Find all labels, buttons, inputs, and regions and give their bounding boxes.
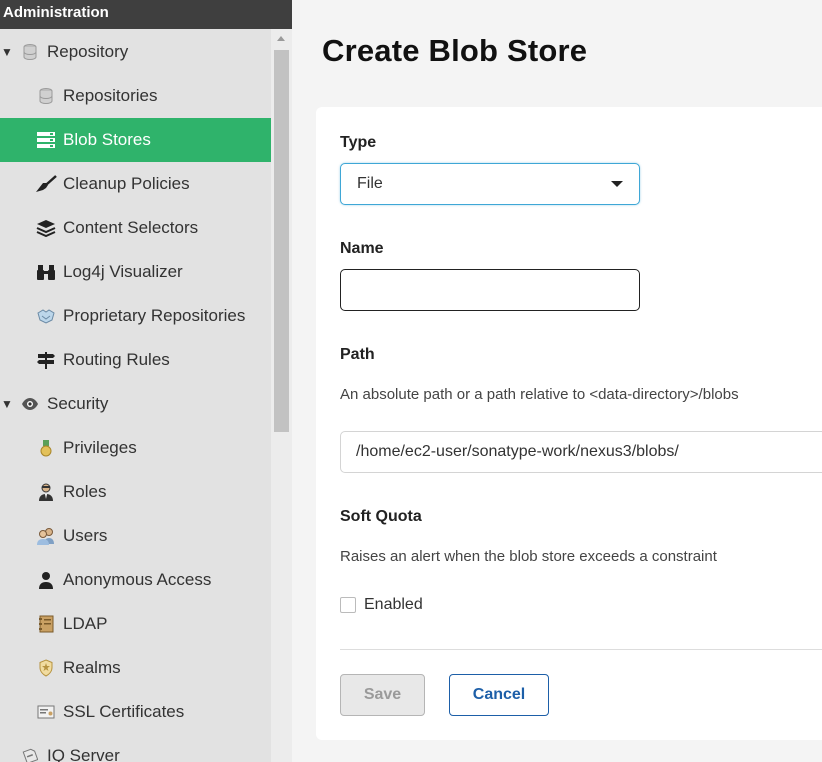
certificate-icon [35,701,57,723]
sidebar-item-ldap[interactable]: LDAP [0,602,271,646]
iq-server-icon [19,745,41,762]
sidebar-item-label: Cleanup Policies [63,174,190,193]
shield-icon [35,657,57,679]
users-icon [35,525,57,547]
sidebar-item-label: SSL Certificates [63,702,185,721]
name-input[interactable] [340,269,640,311]
sidebar-item-security[interactable]: ▼ Security [0,382,271,426]
path-label: Path [340,346,375,363]
sidebar-item-label: Routing Rules [63,350,170,369]
sidebar-item-label: Repository [47,42,129,61]
sidebar-item-label: LDAP [63,614,108,633]
name-label: Name [340,240,384,257]
expand-triangle-icon[interactable]: ▼ [1,45,15,59]
save-button[interactable]: Save [340,674,425,716]
sidebar-item-label: Security [47,394,109,413]
sidebar-item-privileges[interactable]: Privileges [0,426,271,470]
page-title: Create Blob Store [322,33,588,68]
sidebar-item-cleanup-policies[interactable]: Cleanup Policies [0,162,271,206]
admin-sidebar: Administration ▼ Repository Repositories… [0,0,292,762]
scroll-up-arrow-icon[interactable] [277,36,285,41]
sidebar-item-routing-rules[interactable]: Routing Rules [0,338,271,382]
sidebar-item-label: Repositories [63,86,158,105]
expand-triangle-icon[interactable]: ▼ [1,397,15,411]
server-icon [35,129,57,151]
sidebar-item-ssl-certificates[interactable]: SSL Certificates [0,690,271,734]
eye-icon [19,393,41,415]
sidebar-item-label: Users [63,526,108,545]
sidebar-item-content-selectors[interactable]: Content Selectors [0,206,271,250]
sidebar-item-label: Blob Stores [63,130,151,149]
database-icon [19,41,41,63]
sidebar-item-label: Content Selectors [63,218,199,237]
medal-icon [35,437,57,459]
type-select[interactable]: File [340,163,640,205]
sidebar-scrollbar[interactable] [271,29,292,762]
type-selected-value: File [357,175,383,192]
sidebar-item-proprietary-repositories[interactable]: Proprietary Repositories [0,294,271,338]
sidebar-item-anonymous-access[interactable]: Anonymous Access [0,558,271,602]
handshake-icon [35,305,57,327]
enabled-checkbox[interactable] [340,597,356,613]
sidebar-item-blob-stores[interactable]: Blob Stores [0,118,271,162]
user-tie-icon [35,481,57,503]
user-icon [35,569,57,591]
broom-icon [35,173,57,195]
chevron-down-icon [611,181,623,187]
signpost-icon [35,349,57,371]
sidebar-item-repositories[interactable]: Repositories [0,74,271,118]
path-input[interactable] [340,431,822,473]
sidebar-item-realms[interactable]: Realms [0,646,271,690]
database-icon [35,85,57,107]
layers-icon [35,217,57,239]
sidebar-item-label: Privileges [63,438,137,457]
sidebar-item-label: Roles [63,482,107,501]
sidebar-item-label: Realms [63,658,121,677]
sidebar-item-iq-server[interactable]: IQ Server [0,734,271,762]
address-book-icon [35,613,57,635]
enabled-label: Enabled [364,596,423,613]
sidebar-item-roles[interactable]: Roles [0,470,271,514]
scrollbar-thumb[interactable] [274,50,289,432]
sidebar-item-users[interactable]: Users [0,514,271,558]
sidebar-item-label: Log4j Visualizer [63,262,183,281]
type-label: Type [340,134,377,151]
form-divider [340,649,822,650]
soft-quota-label: Soft Quota [340,508,422,525]
sidebar-item-log4j-visualizer[interactable]: Log4j Visualizer [0,250,271,294]
sidebar-item-repository[interactable]: ▼ Repository [0,30,271,74]
soft-quota-help-text: Raises an alert when the blob store exce… [340,548,717,565]
sidebar-item-label: Anonymous Access [63,570,212,589]
cancel-button[interactable]: Cancel [449,674,549,716]
sidebar-item-label: IQ Server [47,746,120,762]
sidebar-header: Administration [0,0,292,29]
binoculars-icon [35,261,57,283]
sidebar-item-label: Proprietary Repositories [63,306,246,325]
path-help-text: An absolute path or a path relative to <… [340,386,739,403]
